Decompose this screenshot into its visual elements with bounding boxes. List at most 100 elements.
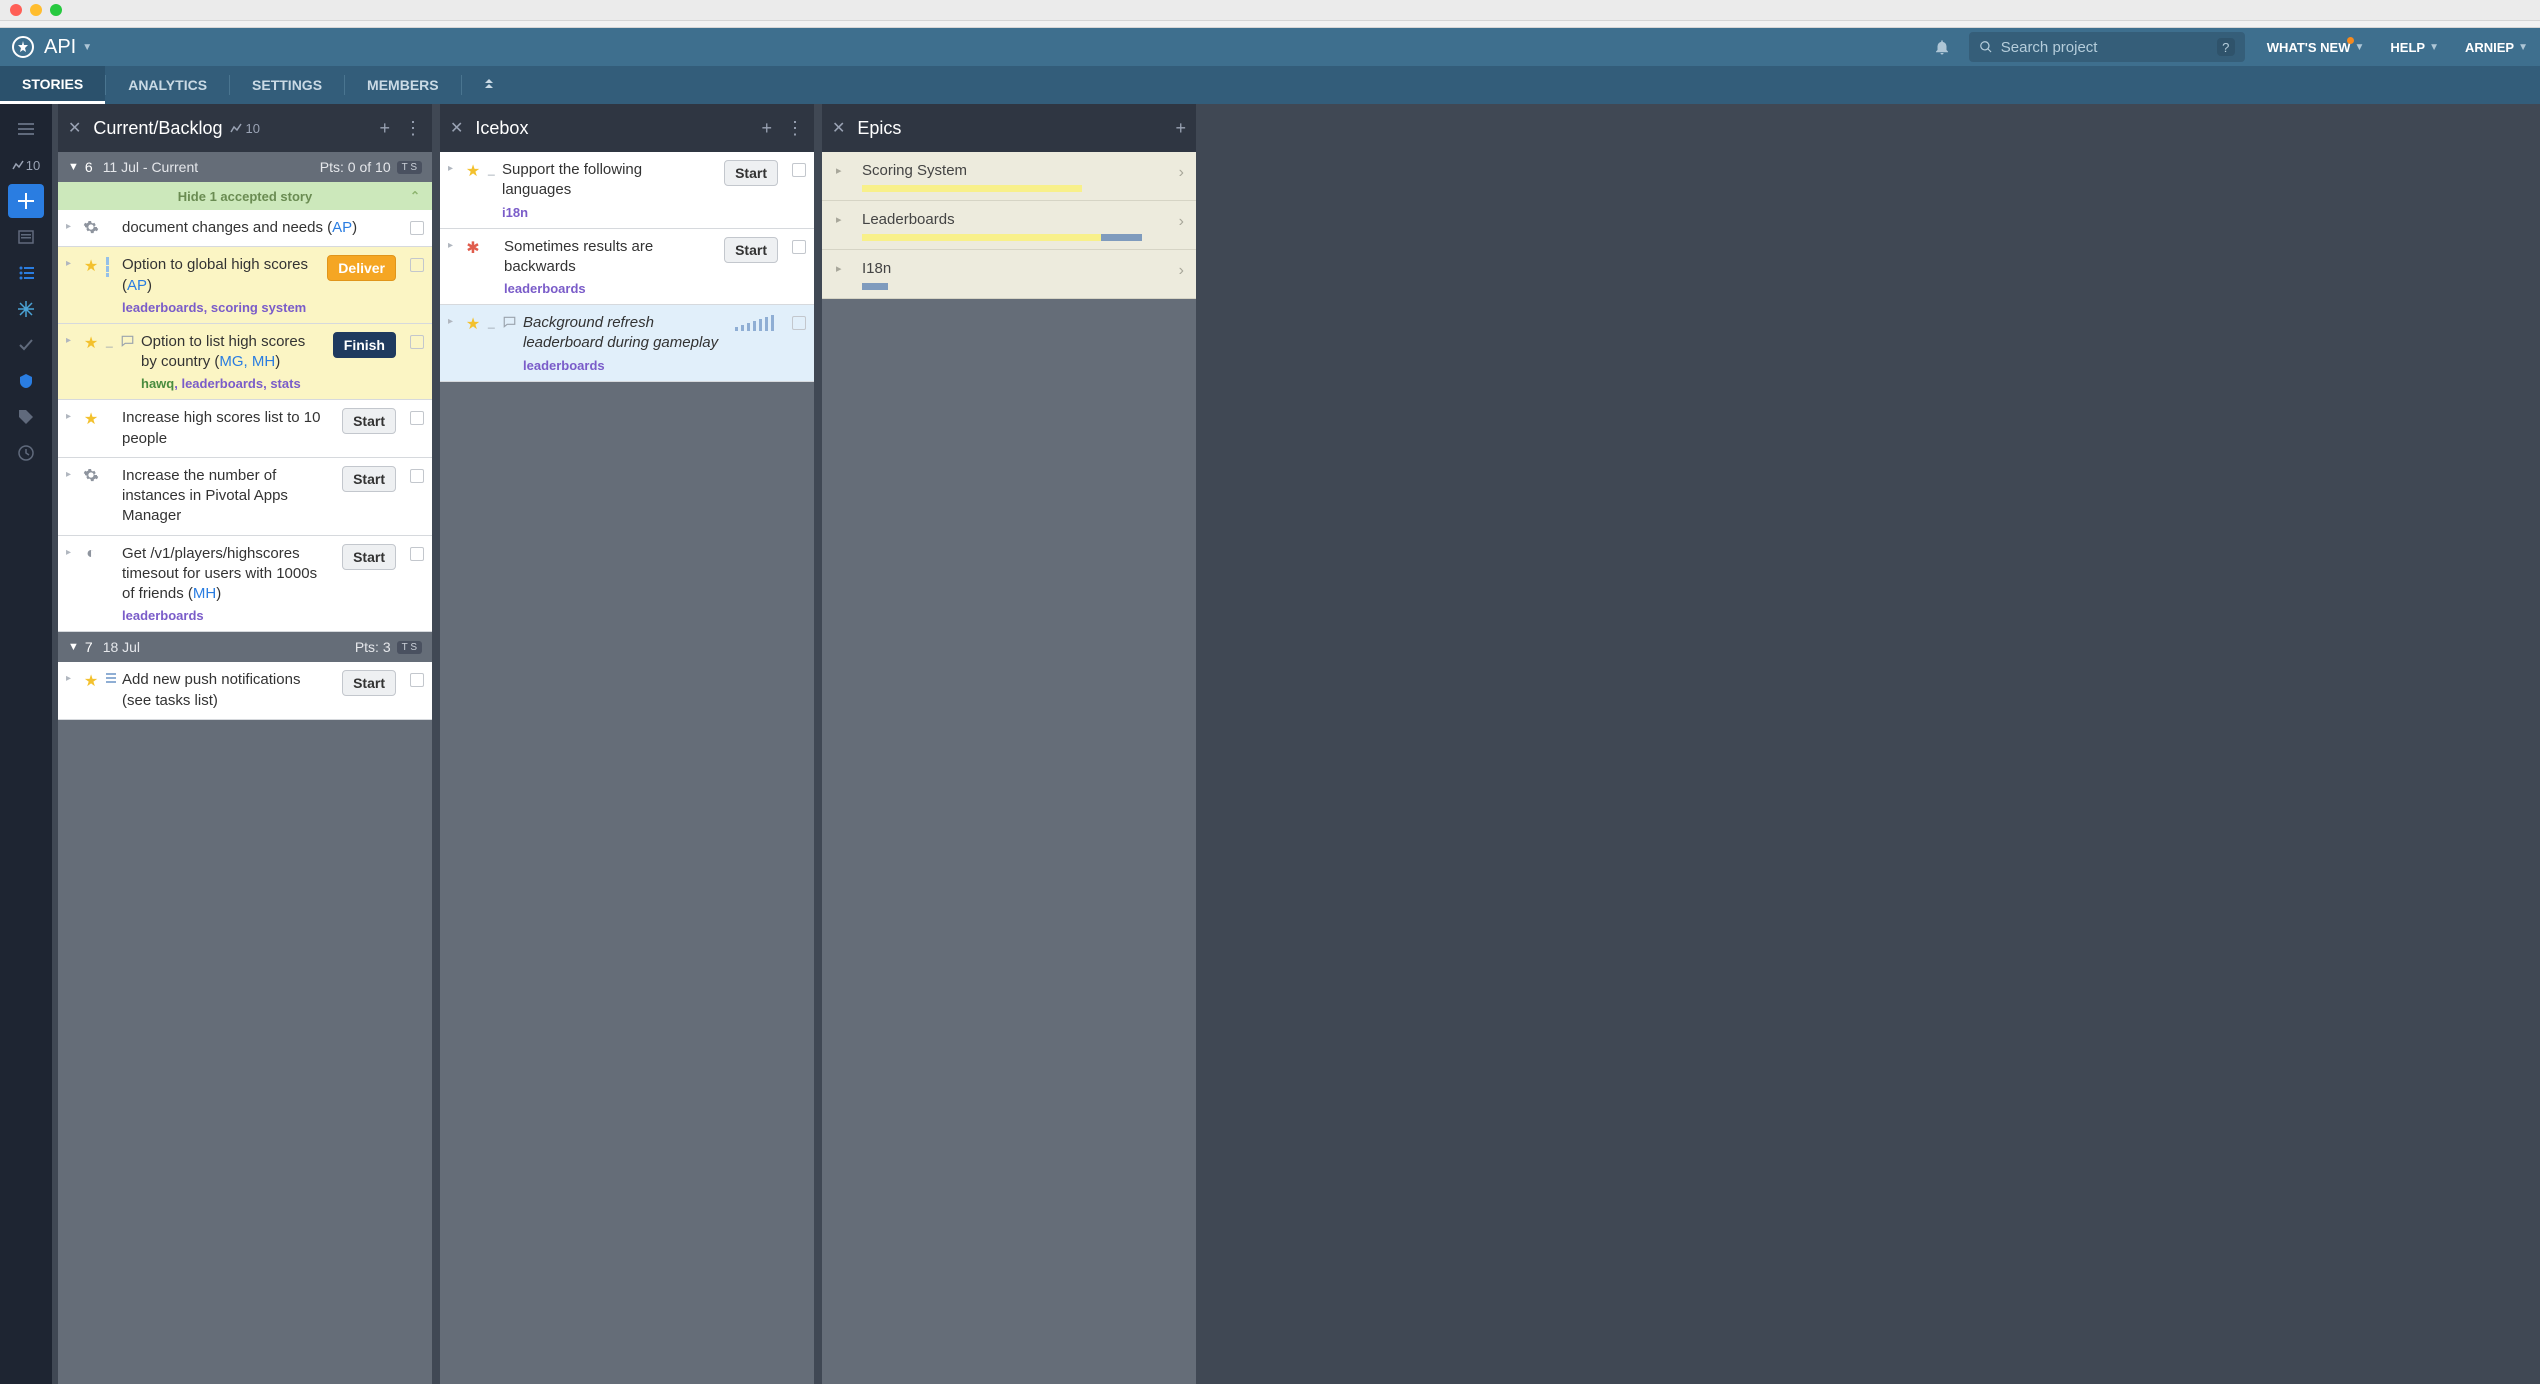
search-input[interactable] (2001, 39, 2217, 56)
story-labels[interactable]: leaderboards, scoring system (122, 300, 315, 315)
sidebar-done-icon[interactable] (8, 328, 44, 362)
notifications-icon[interactable] (1933, 38, 1951, 56)
expand-icon[interactable]: ▸ (66, 258, 76, 315)
story-checkbox[interactable] (410, 258, 424, 272)
tab-stories[interactable]: STORIES (0, 66, 105, 104)
sidebar-current-icon[interactable] (8, 256, 44, 290)
expand-icon[interactable]: ▸ (66, 335, 76, 392)
story-row[interactable]: ▸ Increase the number of instances in Pi… (58, 458, 432, 536)
expand-icon[interactable]: ▸ (66, 469, 76, 527)
story-row[interactable]: ▸ ★ Option to global high scores (AP) le… (58, 247, 432, 324)
finish-button[interactable]: Finish (333, 332, 396, 358)
panel-close-button[interactable]: ✕ (68, 118, 81, 138)
story-labels[interactable]: i18n (502, 205, 712, 220)
start-button[interactable]: Start (342, 544, 396, 570)
tab-settings[interactable]: SETTINGS (230, 66, 344, 104)
toolbar-separator (0, 20, 2540, 28)
expand-icon[interactable]: ▸ (836, 262, 842, 275)
epic-row[interactable]: ▸ › Leaderboards (822, 201, 1196, 250)
owner-link[interactable]: AP (127, 277, 147, 294)
feature-icon: ★ (82, 256, 100, 315)
story-row[interactable]: ▸ document changes and needs (AP) (58, 210, 432, 247)
story-row[interactable]: ▸ ◐ Get /v1/players/highscores timesout … (58, 536, 432, 633)
zoom-window-button[interactable] (50, 4, 62, 16)
whats-new-link[interactable]: WHAT'S NEW ▼ (2267, 40, 2365, 55)
comment-icon[interactable] (120, 334, 135, 392)
search-help-icon[interactable]: ? (2217, 38, 2235, 56)
panel-add-button[interactable]: + (379, 118, 390, 139)
expand-icon[interactable]: ▸ (448, 240, 458, 297)
story-row[interactable]: ▸ ★ _ Option to list high scores by coun… (58, 324, 432, 401)
start-button[interactable]: Start (342, 408, 396, 434)
story-row[interactable]: ▸ ★ Increase high scores list to 10 peop… (58, 400, 432, 458)
story-checkbox[interactable] (792, 163, 806, 177)
story-checkbox[interactable] (410, 335, 424, 349)
panel-add-button[interactable]: + (761, 118, 772, 139)
sidebar-icebox-icon[interactable] (8, 292, 44, 326)
minimize-window-button[interactable] (30, 4, 42, 16)
expand-icon[interactable]: ▸ (836, 213, 842, 226)
iteration-header[interactable]: ▼ 7 18 Jul Pts: 3 T S (58, 632, 432, 662)
expand-icon[interactable]: ▸ (448, 163, 458, 220)
panel-velocity[interactable]: 10 (230, 121, 259, 136)
tab-members[interactable]: MEMBERS (345, 66, 461, 104)
iteration-header[interactable]: ▼ 6 11 Jul - Current Pts: 0 of 10 T S (58, 152, 432, 182)
expand-icon[interactable]: ▸ (66, 411, 76, 449)
story-labels[interactable]: hawq, leaderboards, stats (141, 376, 321, 391)
sidebar-labels-icon[interactable] (8, 400, 44, 434)
story-checkbox[interactable] (410, 673, 424, 687)
panel-menu-button[interactable]: ⋮ (404, 118, 422, 139)
collapse-nav-icon[interactable] (462, 66, 516, 104)
sidebar-mywork-icon[interactable] (8, 220, 44, 254)
close-window-button[interactable] (10, 4, 22, 16)
tab-analytics[interactable]: ANALYTICS (106, 66, 229, 104)
story-row[interactable]: ▸ ★ _ Support the following languages i1… (440, 152, 814, 229)
story-row[interactable]: ▸ ★ _ Background refresh leaderboard dur… (440, 305, 814, 382)
start-button[interactable]: Start (724, 160, 778, 186)
comment-icon[interactable] (502, 315, 517, 373)
start-button[interactable]: Start (342, 670, 396, 696)
start-button[interactable]: Start (724, 237, 778, 263)
sidebar-add-button[interactable] (8, 184, 44, 218)
owner-link[interactable]: MH (193, 585, 216, 602)
sidebar-hamburger-icon[interactable] (8, 112, 44, 146)
panel-add-button[interactable]: + (1175, 118, 1186, 139)
expand-icon[interactable]: ▸ (836, 164, 842, 177)
story-row[interactable]: ▸ ★ Add new push notifications (see task… (58, 662, 432, 720)
story-checkbox[interactable] (410, 547, 424, 561)
expand-icon[interactable]: ▸ (66, 673, 76, 711)
epic-row[interactable]: ▸ › Scoring System (822, 152, 1196, 201)
expand-icon[interactable]: ▸ (448, 316, 458, 373)
logo-icon[interactable] (12, 36, 34, 58)
story-labels[interactable]: leaderboards (504, 281, 712, 296)
user-menu[interactable]: ARNIEP ▼ (2465, 40, 2528, 55)
epic-row[interactable]: ▸ › I18n (822, 250, 1196, 299)
story-checkbox[interactable] (792, 240, 806, 254)
sidebar-history-icon[interactable] (8, 436, 44, 470)
expand-icon[interactable]: ▸ (66, 221, 76, 238)
panel-menu-button[interactable]: ⋮ (786, 118, 804, 139)
expand-icon[interactable]: ▸ (66, 547, 76, 624)
sidebar-velocity[interactable]: 10 (8, 148, 44, 182)
project-dropdown-icon[interactable]: ▼ (82, 42, 92, 53)
story-checkbox[interactable] (410, 411, 424, 425)
story-labels[interactable]: leaderboards (523, 358, 729, 373)
panel-close-button[interactable]: ✕ (832, 118, 845, 138)
search-box[interactable]: ? (1969, 32, 2245, 62)
estimate-picker[interactable] (735, 315, 774, 331)
help-link[interactable]: HELP ▼ (2390, 40, 2439, 55)
points-indicator: _ (488, 315, 496, 373)
story-checkbox[interactable] (410, 221, 424, 235)
panel-close-button[interactable]: ✕ (450, 118, 463, 138)
accepted-toggle[interactable]: Hide 1 accepted story ⌃ (58, 182, 432, 210)
project-name[interactable]: API (44, 36, 76, 59)
start-button[interactable]: Start (342, 466, 396, 492)
story-checkbox[interactable] (792, 316, 806, 330)
story-checkbox[interactable] (410, 469, 424, 483)
deliver-button[interactable]: Deliver (327, 255, 396, 281)
story-labels[interactable]: leaderboards (122, 608, 330, 623)
owner-link[interactable]: AP (332, 219, 352, 236)
owner-link[interactable]: MG, MH (219, 353, 275, 370)
sidebar-epics-icon[interactable] (8, 364, 44, 398)
story-row[interactable]: ▸ ✱ Sometimes results are backwards lead… (440, 229, 814, 306)
